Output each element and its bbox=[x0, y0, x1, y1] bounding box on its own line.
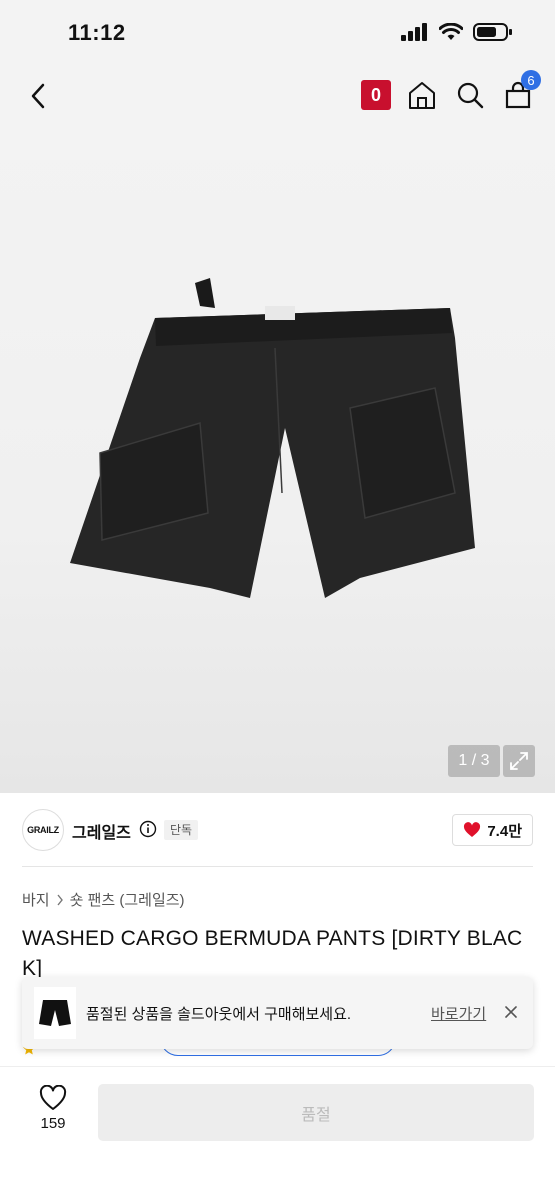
search-icon bbox=[457, 82, 484, 109]
wifi-icon bbox=[439, 23, 463, 40]
heart-outline-icon bbox=[39, 1085, 67, 1110]
status-icons bbox=[401, 22, 513, 42]
home-button[interactable] bbox=[405, 78, 439, 112]
page-indicator: 1 / 3 bbox=[448, 745, 500, 777]
home-icon bbox=[409, 82, 435, 109]
toast-link[interactable]: 바로가기 bbox=[431, 1003, 486, 1024]
exclusive-tag: 단독 bbox=[164, 820, 199, 840]
soldout-button: 품절 bbox=[98, 1084, 534, 1141]
toast-thumbnail bbox=[34, 987, 76, 1039]
search-button[interactable] bbox=[453, 78, 487, 112]
toast-message: 품절된 상품을 솔드아웃에서 구매해보세요. bbox=[86, 1006, 352, 1023]
brand-logo[interactable]: GRAILZ bbox=[22, 809, 64, 851]
product-title: WASHED CARGO BERMUDA PANTS [DIRTY BLACK] bbox=[22, 927, 523, 980]
brand-row: GRAILZ 그레일즈 단독 7.4만 bbox=[0, 793, 555, 868]
product-image bbox=[70, 278, 475, 598]
info-icon[interactable] bbox=[139, 820, 157, 838]
bottom-action-bar: 159 품절 bbox=[0, 1066, 555, 1200]
heart-icon bbox=[464, 822, 481, 837]
brand-like-button[interactable]: 7.4만 bbox=[452, 814, 533, 846]
status-time: 11:12 bbox=[68, 20, 126, 45]
breadcrumb-level1[interactable]: 바지 bbox=[22, 889, 50, 910]
wish-button[interactable]: 159 bbox=[28, 1085, 78, 1145]
brand-name[interactable]: 그레일즈 bbox=[72, 819, 131, 843]
divider bbox=[22, 866, 533, 867]
back-button[interactable] bbox=[20, 78, 56, 114]
signal-icon bbox=[401, 23, 427, 41]
expand-button[interactable] bbox=[503, 745, 535, 777]
wish-count: 159 bbox=[40, 1115, 66, 1132]
battery-icon bbox=[473, 23, 512, 41]
breadcrumb: 바지 숏 팬츠 (그레일즈) bbox=[22, 889, 185, 910]
soldout-toast: 품절된 상품을 솔드아웃에서 구매해보세요. 바로가기 bbox=[22, 977, 533, 1049]
back-arrow-icon bbox=[31, 83, 45, 109]
cart-button[interactable]: 6 bbox=[501, 70, 541, 112]
brand-like-count: 7.4만 bbox=[487, 822, 522, 840]
product-gallery[interactable]: 1 / 3 bbox=[0, 128, 555, 793]
nav-bar: 0 6 bbox=[0, 64, 555, 128]
breadcrumb-level2[interactable]: 숏 팬츠 (그레일즈) bbox=[70, 889, 185, 910]
chevron-right-icon bbox=[57, 894, 63, 905]
status-bar: 11:12 bbox=[0, 0, 555, 64]
expand-icon bbox=[510, 752, 528, 770]
point-badge[interactable]: 0 bbox=[361, 80, 391, 110]
nav-actions: 0 6 bbox=[361, 70, 541, 112]
cart-count-badge: 6 bbox=[521, 70, 541, 90]
close-icon[interactable] bbox=[502, 1003, 520, 1021]
